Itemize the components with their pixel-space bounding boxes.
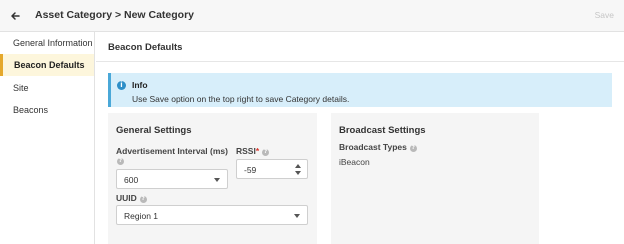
adv-interval-label: Advertisement Interval (ms) (116, 146, 228, 156)
help-icon[interactable]: ? (262, 149, 270, 156)
broadcast-types-label-text: Broadcast Types (339, 142, 407, 152)
uuid-label-text: UUID (116, 193, 137, 203)
content-header: Beacon Defaults (96, 32, 624, 62)
general-settings-title: General Settings (116, 125, 192, 136)
sidebar-item-general-information[interactable]: General Information (0, 32, 94, 54)
uuid-value: Region 1 (124, 211, 159, 221)
chevron-down-icon (294, 214, 300, 218)
sidebar: General Information Beacon Defaults Site… (0, 32, 95, 244)
help-icon[interactable]: ? (409, 145, 417, 152)
adv-interval-value: 600 (124, 175, 139, 185)
broadcast-types-label: Broadcast Types? (339, 142, 417, 152)
rssi-label-text: RSSI (236, 146, 256, 156)
rssi-value: -59 (244, 165, 257, 175)
broadcast-settings-title: Broadcast Settings (339, 125, 426, 136)
general-settings-panel: General Settings Advertisement Interval … (108, 113, 317, 244)
info-banner: i Info Use Save option on the top right … (108, 73, 612, 107)
chevron-down-icon (214, 178, 220, 182)
required-mark: * (255, 146, 260, 156)
uuid-select[interactable]: Region 1 (116, 205, 308, 225)
info-title: Info (132, 80, 148, 90)
info-icon: i (117, 81, 126, 90)
increment-icon[interactable] (295, 164, 301, 168)
help-icon[interactable]: ? (117, 158, 124, 165)
uuid-label: UUID? (116, 193, 147, 203)
broadcast-types-value: iBeacon (339, 157, 370, 167)
info-text: Use Save option on the top right to save… (132, 94, 350, 104)
page-title: Beacon Defaults (108, 42, 183, 53)
sidebar-item-site[interactable]: Site (0, 77, 94, 99)
rssi-input[interactable]: -59 (236, 159, 308, 179)
save-button[interactable]: Save (595, 10, 614, 20)
arrow-left-icon[interactable] (9, 10, 21, 22)
top-bar: Asset Category > New Category Save (0, 0, 624, 32)
broadcast-settings-panel: Broadcast Settings Broadcast Types? iBea… (331, 113, 539, 244)
breadcrumb: Asset Category > New Category (35, 9, 195, 21)
decrement-icon[interactable] (295, 171, 301, 175)
help-icon[interactable]: ? (139, 196, 147, 203)
adv-interval-select[interactable]: 600 (116, 169, 228, 189)
sidebar-item-beacon-defaults[interactable]: Beacon Defaults (0, 54, 94, 76)
sidebar-item-beacons[interactable]: Beacons (0, 99, 94, 121)
rssi-label: RSSI*? (236, 146, 270, 156)
